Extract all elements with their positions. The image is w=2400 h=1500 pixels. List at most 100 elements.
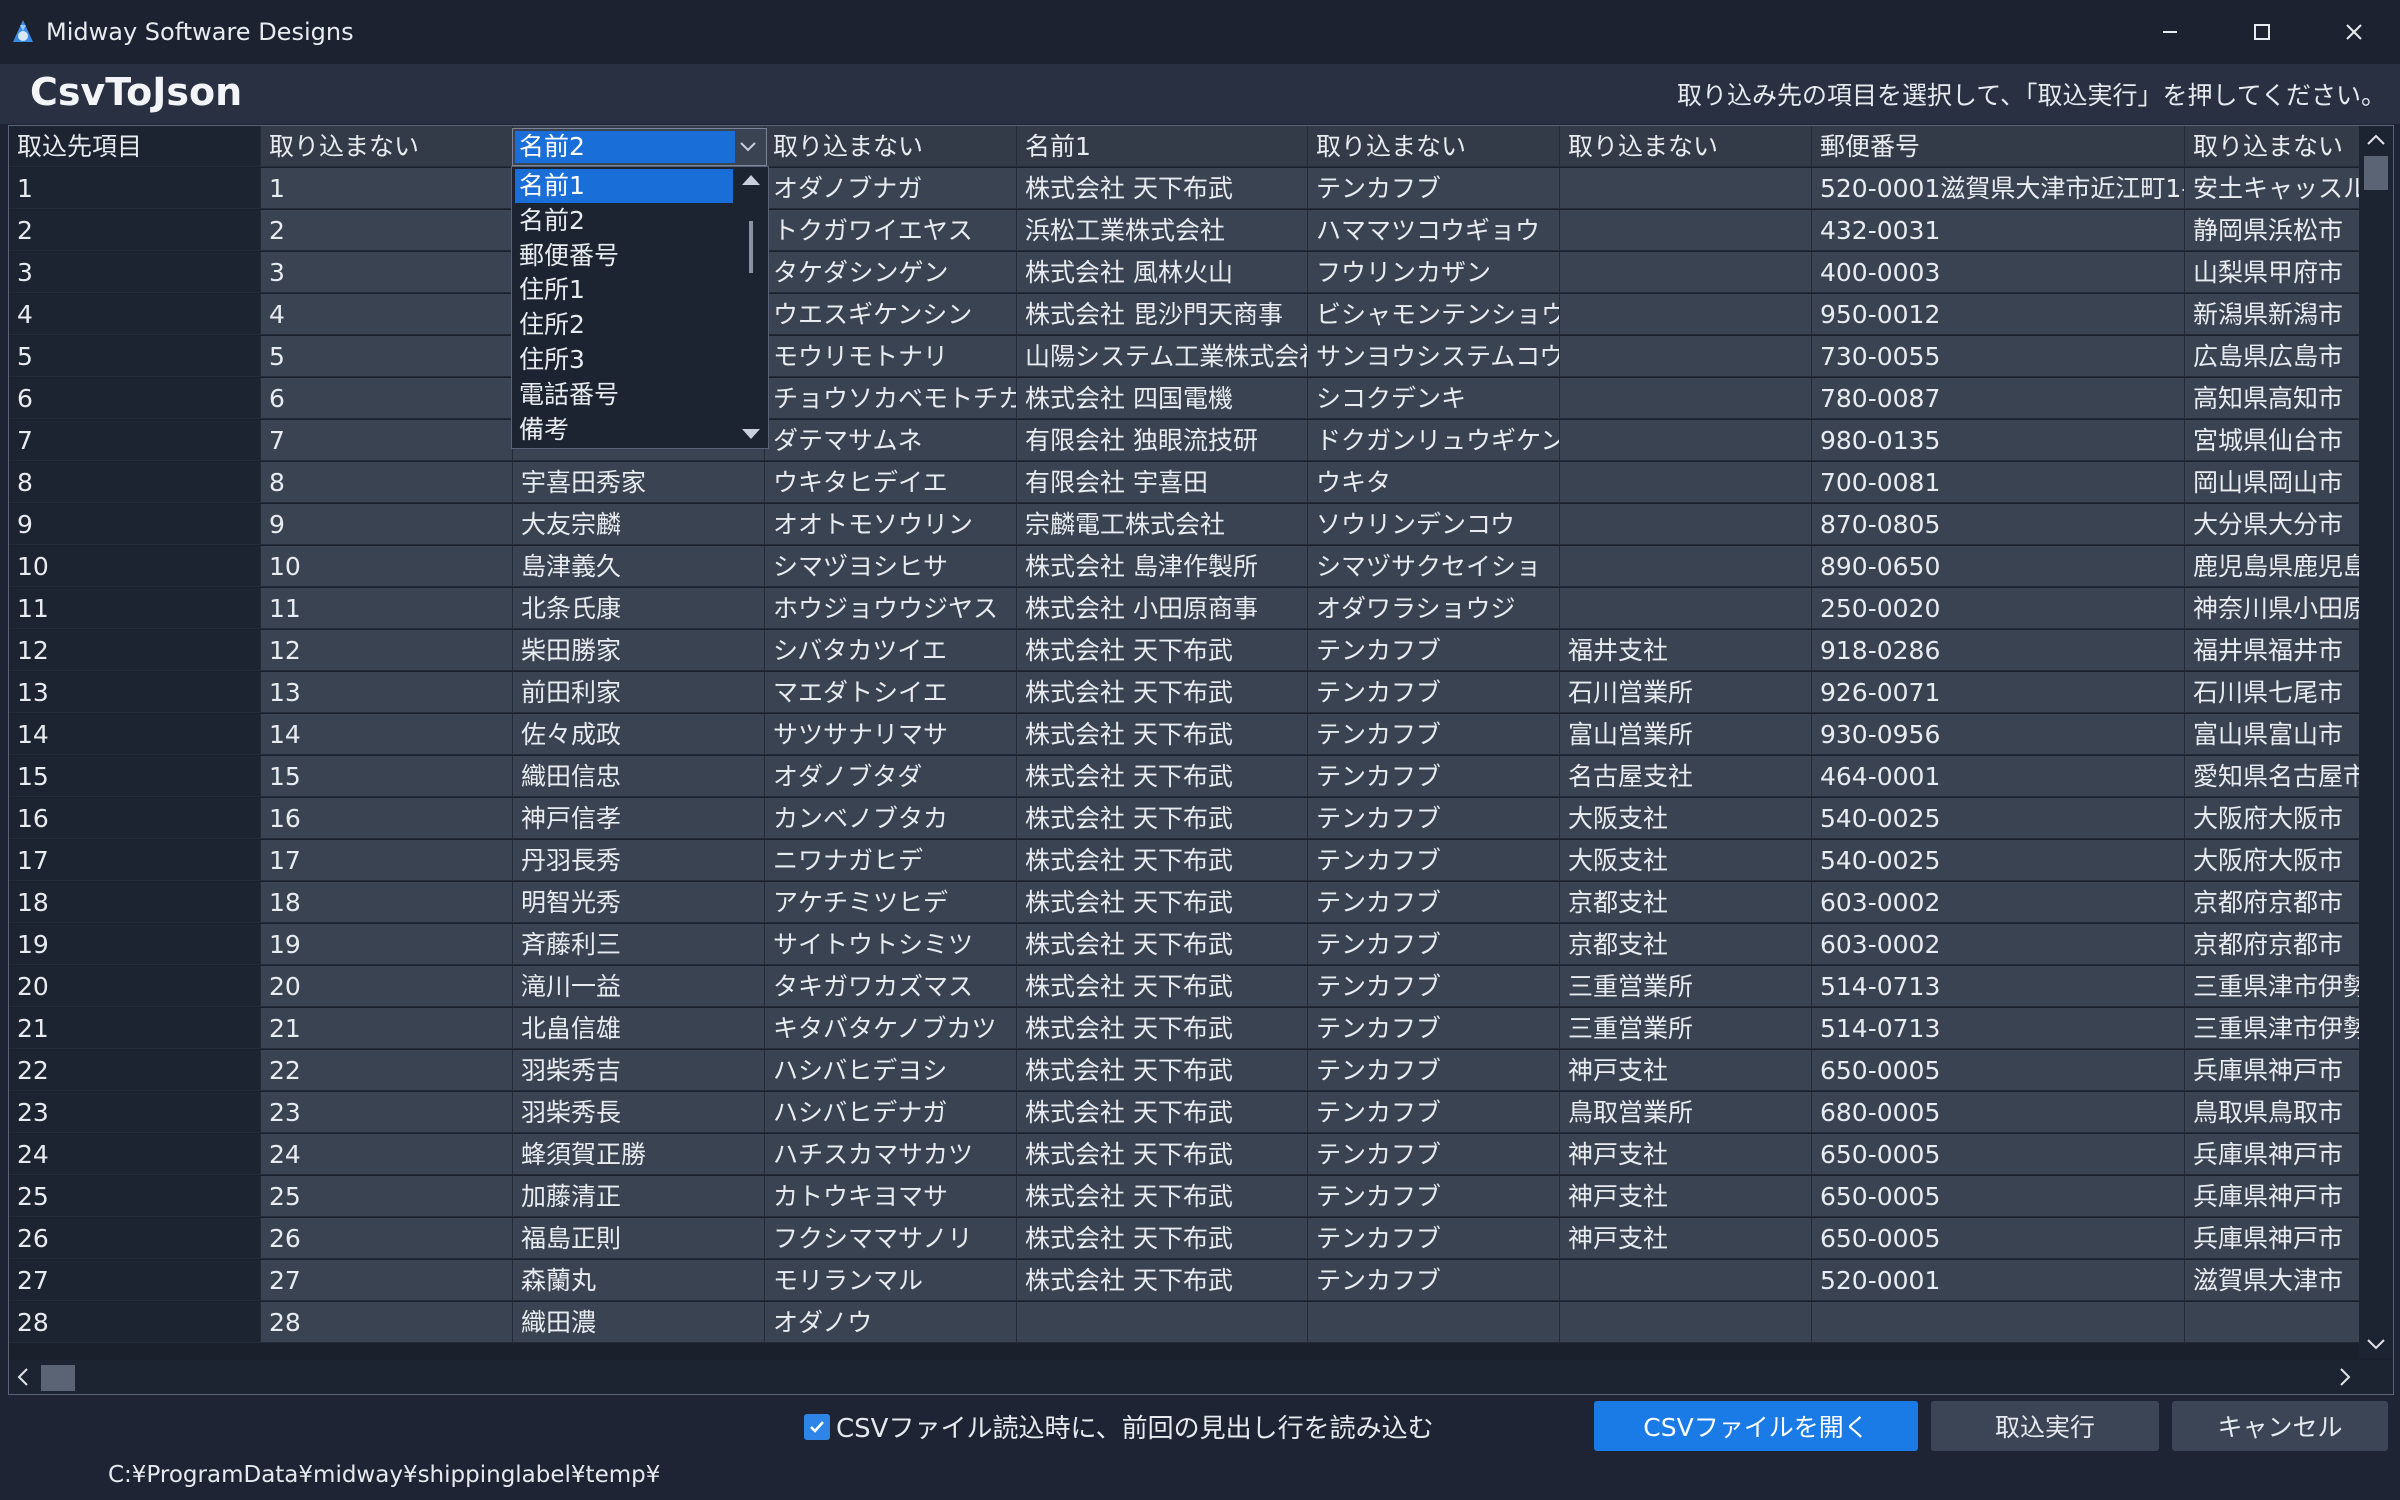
table-cell[interactable]: 大阪支社 [1560, 798, 1812, 839]
table-cell[interactable]: テンカフブ [1308, 924, 1560, 965]
table-cell[interactable]: 京都府京都市 [2185, 882, 2385, 923]
table-cell[interactable]: テンカフブ [1308, 168, 1560, 209]
table-cell[interactable]: ウエスギケンシン [765, 294, 1017, 335]
table-cell[interactable]: 514-0713 [1812, 966, 2185, 1007]
table-cell[interactable]: テンカフブ [1308, 966, 1560, 1007]
table-cell[interactable]: 織田濃 [513, 1302, 765, 1343]
table-cell[interactable]: 富山営業所 [1560, 714, 1812, 755]
table-cell[interactable]: ウキタ [1308, 462, 1560, 503]
table-cell[interactable]: ハチスカマサカツ [765, 1134, 1017, 1175]
table-cell[interactable]: 福島正則 [513, 1218, 765, 1259]
table-cell[interactable]: 株式会社 風林火山 [1017, 252, 1308, 293]
dropdown-option[interactable]: 電話番号 [515, 378, 733, 412]
table-cell[interactable]: 24 [261, 1134, 513, 1175]
table-cell[interactable] [1560, 294, 1812, 335]
table-cell[interactable]: 13 [261, 672, 513, 713]
table-cell[interactable]: 603-0002 [1812, 924, 2185, 965]
table-cell[interactable]: 宮城県仙台市 [2185, 420, 2385, 461]
table-cell[interactable]: フウリンカザン [1308, 252, 1560, 293]
table-cell[interactable]: 25 [9, 1176, 261, 1217]
table-cell[interactable]: 400-0003 [1812, 252, 2185, 293]
table-cell[interactable]: シマヅヨシヒサ [765, 546, 1017, 587]
chevron-down-icon[interactable] [736, 133, 760, 161]
table-cell[interactable]: 兵庫県神戸市 [2185, 1050, 2385, 1091]
table-cell[interactable]: 28 [261, 1302, 513, 1343]
table-cell[interactable]: ドクガンリュウギケン [1308, 420, 1560, 461]
checkbox[interactable] [804, 1413, 830, 1440]
table-cell[interactable]: 滋賀県大津市 [2185, 1260, 2385, 1301]
cancel-button[interactable]: キャンセル [2172, 1401, 2388, 1451]
table-cell[interactable]: 鳥取県鳥取市 [2185, 1092, 2385, 1133]
table-cell[interactable]: 滝川一益 [513, 966, 765, 1007]
table-cell[interactable]: 700-0081 [1812, 462, 2185, 503]
table-cell[interactable]: シバタカツイエ [765, 630, 1017, 671]
table-cell[interactable]: テンカフブ [1308, 1260, 1560, 1301]
table-cell[interactable]: モウリモトナリ [765, 336, 1017, 377]
table-cell[interactable]: 870-0805 [1812, 504, 2185, 545]
table-cell[interactable]: 650-0005 [1812, 1218, 2185, 1259]
table-cell[interactable]: 650-0005 [1812, 1050, 2185, 1091]
table-cell[interactable]: 6 [9, 378, 261, 419]
table-cell[interactable]: 鹿児島県鹿児島 [2185, 546, 2385, 587]
table-cell[interactable]: テンカフブ [1308, 1050, 1560, 1091]
table-cell[interactable]: サイトウトシミツ [765, 924, 1017, 965]
column-header[interactable]: 郵便番号 [1812, 126, 2185, 167]
table-cell[interactable]: 神戸支社 [1560, 1050, 1812, 1091]
table-cell[interactable]: ホウジョウウジヤス [765, 588, 1017, 629]
table-cell[interactable]: 株式会社 天下布武 [1017, 924, 1308, 965]
table-cell[interactable]: 神戸支社 [1560, 1176, 1812, 1217]
table-cell[interactable]: テンカフブ [1308, 714, 1560, 755]
table-cell[interactable] [2185, 1302, 2385, 1343]
table-cell[interactable]: 3 [9, 252, 261, 293]
table-cell[interactable]: 大分県大分市 [2185, 504, 2385, 545]
table-cell[interactable]: オオトモソウリン [765, 504, 1017, 545]
dropdown-option[interactable]: 郵便番号 [515, 239, 733, 273]
table-cell[interactable]: 株式会社 天下布武 [1017, 1176, 1308, 1217]
column-header[interactable]: 取り込まない [261, 126, 513, 167]
table-cell[interactable]: オダノブタダ [765, 756, 1017, 797]
table-cell[interactable]: 島津義久 [513, 546, 765, 587]
table-cell[interactable]: 鳥取営業所 [1560, 1092, 1812, 1133]
table-cell[interactable]: 山梨県甲府市 [2185, 252, 2385, 293]
column-header[interactable]: 取り込まない [765, 126, 1017, 167]
table-cell[interactable]: 15 [261, 756, 513, 797]
table-cell[interactable]: 464-0001 [1812, 756, 2185, 797]
table-cell[interactable]: 株式会社 島津作製所 [1017, 546, 1308, 587]
table-cell[interactable]: 静岡県浜松市 [2185, 210, 2385, 251]
table-cell[interactable]: 三重県津市伊勢 [2185, 1008, 2385, 1049]
table-cell[interactable]: モリランマル [765, 1260, 1017, 1301]
table-cell[interactable]: 27 [261, 1260, 513, 1301]
table-cell[interactable]: 250-0020 [1812, 588, 2185, 629]
table-cell[interactable]: テンカフブ [1308, 882, 1560, 923]
table-cell[interactable]: 10 [9, 546, 261, 587]
table-cell[interactable]: 26 [261, 1218, 513, 1259]
table-cell[interactable]: 神奈川県小田原 [2185, 588, 2385, 629]
table-cell[interactable]: 兵庫県神戸市 [2185, 1218, 2385, 1259]
table-cell[interactable]: 愛知県名古屋市 [2185, 756, 2385, 797]
table-cell[interactable]: 14 [9, 714, 261, 755]
table-cell[interactable]: 株式会社 天下布武 [1017, 168, 1308, 209]
table-cell[interactable]: 8 [261, 462, 513, 503]
table-cell[interactable]: テンカフブ [1308, 1176, 1560, 1217]
table-cell[interactable]: 22 [9, 1050, 261, 1091]
table-cell[interactable]: 神戸支社 [1560, 1134, 1812, 1175]
minimize-button[interactable] [2124, 0, 2216, 64]
table-cell[interactable]: 12 [261, 630, 513, 671]
table-cell[interactable]: 株式会社 天下布武 [1017, 630, 1308, 671]
table-cell[interactable]: 株式会社 天下布武 [1017, 840, 1308, 881]
reload-header-checkbox[interactable]: CSVファイル読込時に、前回の見出し行を読み込む [804, 1408, 1434, 1445]
column-header[interactable]: 取り込まない [2185, 126, 2385, 167]
table-cell[interactable]: 23 [9, 1092, 261, 1133]
column-mapping-combo[interactable]: 名前2 [512, 128, 767, 166]
table-cell[interactable]: 佐々成政 [513, 714, 765, 755]
table-cell[interactable] [1812, 1302, 2185, 1343]
table-cell[interactable] [1560, 546, 1812, 587]
table-cell[interactable]: テンカフブ [1308, 1218, 1560, 1259]
table-cell[interactable]: 13 [9, 672, 261, 713]
table-cell[interactable]: 株式会社 天下布武 [1017, 1008, 1308, 1049]
column-header[interactable]: 取り込まない [1308, 126, 1560, 167]
table-cell[interactable]: 918-0286 [1812, 630, 2185, 671]
table-cell[interactable]: 神戸信孝 [513, 798, 765, 839]
table-cell[interactable]: カンベノブタカ [765, 798, 1017, 839]
table-cell[interactable]: 大阪府大阪市 [2185, 840, 2385, 881]
